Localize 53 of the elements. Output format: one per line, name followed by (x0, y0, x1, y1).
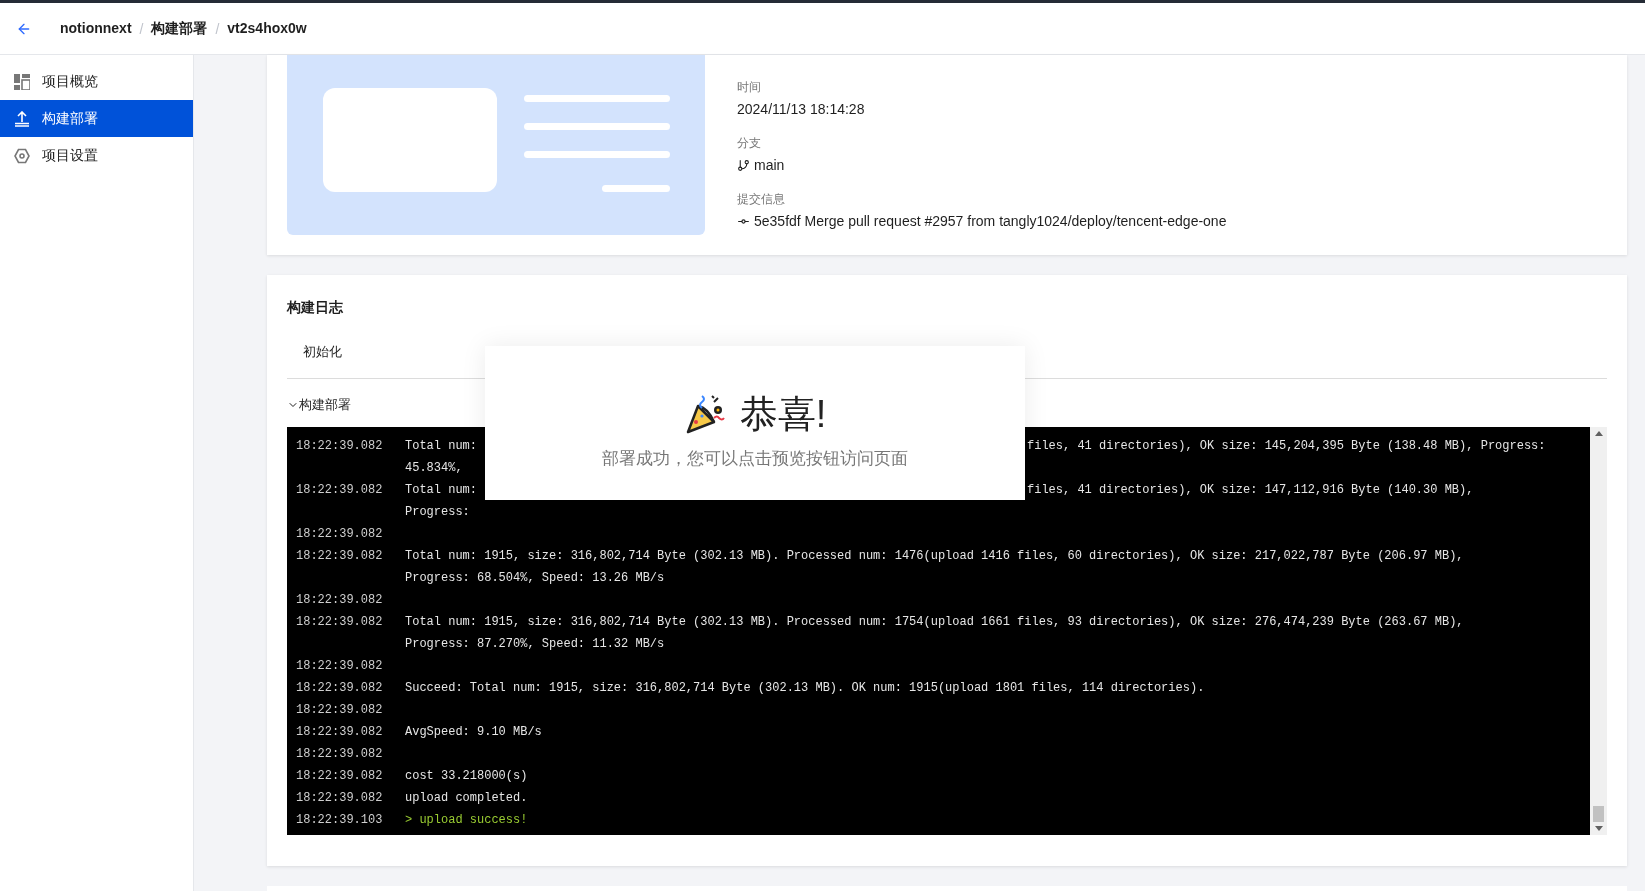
breadcrumb-separator: / (139, 19, 144, 39)
grid-icon (14, 73, 30, 90)
log-timestamp: 18:22:39.082 (296, 547, 384, 565)
log-timestamp: 18:22:39.082 (296, 613, 384, 631)
scrollbar[interactable] (1590, 426, 1607, 835)
field-label: 时间 (737, 79, 762, 96)
log-timestamp: 18:22:39.082 (296, 701, 384, 719)
sidebar-item[interactable]: 构建部署 (0, 100, 193, 137)
field-label: 分支 (737, 135, 762, 152)
log-text: 45.834%, (405, 459, 463, 477)
step-tab[interactable]: 初始化 (287, 340, 358, 362)
log-timestamp: 18:22:39.103 (296, 811, 384, 829)
step-header[interactable]: 构建部署 (287, 395, 351, 415)
log-text: Total num: 1915, size: 316,802,714 Byte (302.13 MB). Processed num: 1476(upload 1416 files, 60 directories), OK size: 217,022,787 Byte (206.97 MB), (405, 547, 1464, 565)
log-text: cost 33.218000(s) (405, 767, 528, 785)
success-message: > upload success! (405, 811, 528, 829)
dialog-title: 恭喜! (739, 395, 827, 433)
breadcrumb-item[interactable]: notionnext (60, 18, 132, 39)
log-text: upload completed. (405, 789, 528, 807)
breadcrumb-separator: / (215, 19, 220, 39)
field-value: 2024/11/13 18:14:28 (737, 100, 865, 119)
log-text: Progress: (405, 503, 470, 521)
settings-icon (14, 147, 30, 164)
upload-icon (14, 110, 30, 127)
log-timestamp: 18:22:39.082 (296, 437, 384, 455)
log-timestamp: 18:22:39.082 (296, 657, 384, 675)
log-text: Total num: 1915, size: 316,802,714 Byte (302.13 MB). Processed num: 1754(upload 1661 files, 93 directories), OK size: 276,474,239 Byte (263.67 MB), (405, 613, 1464, 631)
log-timestamp: 18:22:39.082 (296, 789, 384, 807)
log-timestamp: 18:22:39.082 (296, 745, 384, 763)
log-text: files, 41 directories), OK size: 145,204,395 Byte (138.48 MB), Progress: (1027, 437, 1546, 455)
dialog-message: 部署成功，您可以点击预览按钮访问页面 (602, 448, 908, 470)
log-text: Succeed: Total num: 1915, size: 316,802,714 Byte (302.13 MB). OK num: 1915(upload 1801 files, 114 directories). (405, 679, 1205, 697)
log-timestamp: 18:22:39.082 (296, 679, 384, 697)
log-text: Progress: 87.270%, Speed: 11.32 MB/s (405, 635, 665, 653)
log-timestamp: 18:22:39.082 (296, 723, 384, 741)
sidebar-item[interactable]: 项目概览 (0, 63, 193, 100)
sidebar-item[interactable]: 项目设置 (0, 137, 193, 174)
breadcrumb-item[interactable]: 构建部署 (151, 18, 208, 39)
field-label: 提交信息 (737, 191, 786, 208)
log-timestamp: 18:22:39.082 (296, 767, 384, 785)
log-text: Total num: (405, 437, 477, 455)
field-value: 5e35fdf Merge pull request #2957 from tangly1024/deploy/tencent-edge-one (754, 212, 1227, 231)
log-text: Total num: (405, 481, 477, 499)
log-text: AvgSpeed: 9.10 MB/s (405, 723, 542, 741)
log-timestamp: 18:22:39.082 (296, 591, 384, 609)
breadcrumb-item[interactable]: vt2s4hox0w (227, 18, 307, 39)
section-title: 构建日志 (287, 298, 344, 317)
log-timestamp: 18:22:39.082 (296, 481, 384, 499)
log-text: Progress: 68.504%, Speed: 13.26 MB/s (405, 569, 665, 587)
branch-icon (737, 159, 750, 172)
log-timestamp: 18:22:39.082 (296, 525, 384, 543)
log-text: files, 41 directories), OK size: 147,112,916 Byte (140.30 MB), (1027, 481, 1474, 499)
field-value: main (754, 156, 785, 175)
